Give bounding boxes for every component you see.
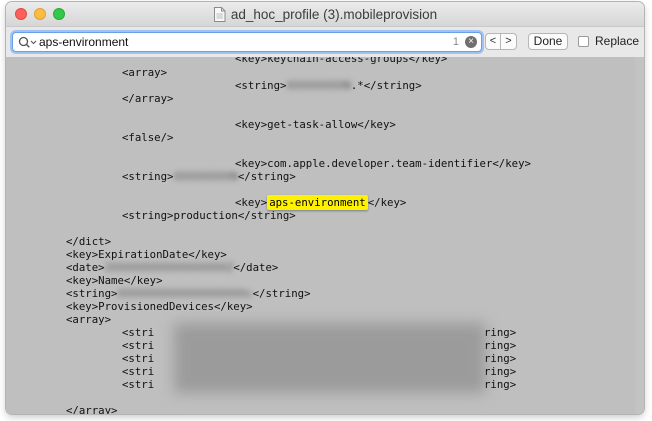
- code-token: </string>: [237, 170, 296, 183]
- clear-search-icon[interactable]: ×: [465, 36, 477, 48]
- code-token: <string>: [122, 170, 174, 183]
- device-line-end: ring>: [484, 339, 517, 352]
- device-line-start: <stri: [122, 378, 155, 391]
- search-input[interactable]: aps-environment: [39, 35, 128, 49]
- code-token: <key>: [235, 196, 268, 209]
- code-token: <string>: [66, 287, 118, 300]
- code-token: </key>: [367, 196, 407, 209]
- code-line: <string>production</string>: [122, 209, 296, 222]
- code-line: <array>: [122, 66, 168, 79]
- window-title-group: ad_hoc_profile (3).mobileprovision: [6, 2, 644, 26]
- device-line-end: ring>: [484, 352, 517, 365]
- redacted-text: XXXXXXXXXXXXXXXXXXXXc: [117, 287, 253, 300]
- replace-checkbox[interactable]: [578, 36, 589, 47]
- code-line: <key>keychain-access-groups</key>: [235, 57, 448, 65]
- window-title: ad_hoc_profile (3).mobileprovision: [230, 6, 438, 22]
- redacted-text: XXXXXXXXXN: [173, 170, 238, 183]
- code-line: </dict>: [66, 235, 112, 248]
- code-line: <key>get-task-allow</key>: [235, 118, 396, 131]
- redacted-device-block: [174, 323, 486, 393]
- replace-label: Replace: [595, 34, 640, 48]
- code-line: <array>: [66, 313, 112, 326]
- search-field[interactable]: aps-environment 1 ×: [12, 32, 482, 52]
- code-line: <string>XXXXXXXXXN</string>: [122, 170, 296, 183]
- code-line: <string>XXXXXXXXXN.*</string>: [235, 79, 422, 92]
- code-line: <date>2XXXXXXXXXXXXXXXXXXZ</date>: [66, 261, 278, 274]
- device-line-start: <stri: [122, 326, 155, 339]
- device-line-start: <stri: [122, 339, 155, 352]
- scrollbar-track[interactable]: [635, 57, 644, 414]
- code-token: <string>: [235, 79, 287, 92]
- code-line: <string>XXXXXXXXXXXXXXXXXXXXc</string>: [66, 287, 311, 300]
- document-text-area[interactable]: <key>keychain-access-groups</key> <array…: [6, 57, 644, 414]
- redacted-text: 2XXXXXXXXXXXXXXXXXXZ: [104, 261, 234, 274]
- code-line: <key>ProvisionedDevices</key>: [66, 300, 253, 313]
- code-line: <key>ExpirationDate</key>: [66, 248, 227, 261]
- previous-match-button[interactable]: <: [485, 33, 501, 50]
- code-line: <false/>: [122, 131, 174, 144]
- code-line: </array>: [122, 92, 174, 105]
- search-icon[interactable]: [18, 36, 38, 49]
- done-button[interactable]: Done: [528, 33, 568, 50]
- code-line: <key> aps-environment </key>: [235, 195, 407, 210]
- device-line-start: <stri: [122, 365, 155, 378]
- device-line-end: ring>: [484, 378, 517, 391]
- code-token: </string>: [252, 287, 311, 300]
- search-match-highlight: aps-environment: [267, 195, 368, 210]
- document-icon[interactable]: [213, 6, 226, 22]
- code-token: <date>: [66, 261, 105, 274]
- device-line-start: <stri: [122, 352, 155, 365]
- find-bar: aps-environment 1 × < > Done Replace: [6, 27, 644, 58]
- device-line-end: ring>: [484, 326, 517, 339]
- match-count: 1: [452, 36, 459, 48]
- device-line-end: ring>: [484, 365, 517, 378]
- redacted-text: XXXXXXXXXN: [286, 79, 351, 92]
- code-line: </array>: [66, 404, 118, 414]
- code-token: .*</string>: [350, 79, 422, 92]
- next-match-button[interactable]: >: [501, 33, 517, 50]
- code-line: <key>com.apple.developer.team-identifier…: [235, 157, 531, 170]
- code-line: <key>Name</key>: [66, 274, 163, 287]
- text-editor-window: ad_hoc_profile (3).mobileprovision aps-e…: [6, 2, 644, 414]
- code-token: </date>: [233, 261, 279, 274]
- title-bar[interactable]: ad_hoc_profile (3).mobileprovision: [6, 2, 644, 27]
